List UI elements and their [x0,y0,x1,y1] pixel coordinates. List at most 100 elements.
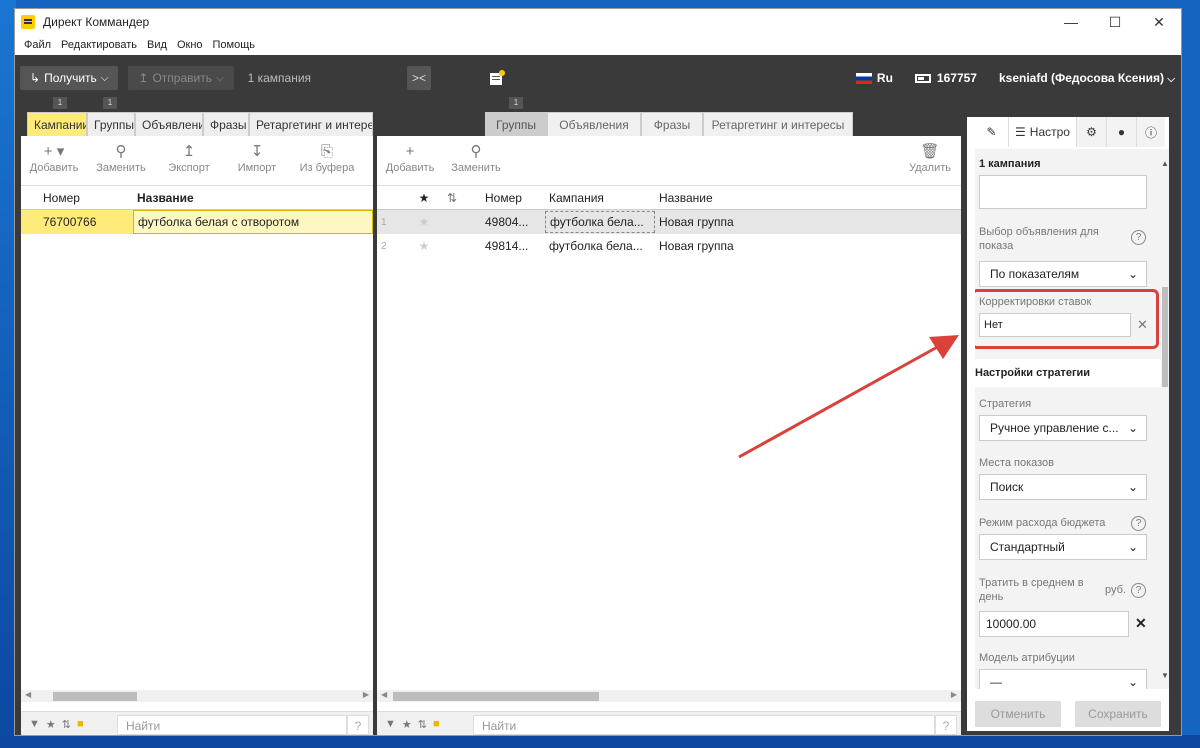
strategy-select[interactable]: Ручное управление с... ⌄ [979,415,1147,441]
column-number[interactable]: Номер [21,191,133,205]
pencil-icon[interactable]: ✎ [975,117,1009,147]
tab-groups[interactable]: Группы [485,112,547,136]
scroll-down-icon[interactable]: ▼ [1161,671,1169,680]
add-button[interactable]: + ▾ Добавить [21,143,87,175]
replace-button[interactable]: ⚲ Заменить [443,144,509,175]
help-icon[interactable]: ? [1131,516,1146,531]
table-row[interactable]: 2 ★ 49814... футболка бела... Новая груп… [377,234,961,258]
clear-icon[interactable]: ✕ [1135,615,1147,632]
tab-retargeting[interactable]: Ретаргетинг и интересы [703,112,853,136]
info-icon[interactable]: ⓘ [1137,117,1165,147]
help-icon[interactable]: ? [1131,230,1146,245]
horizontal-scrollbar[interactable]: ◀ ▶ [377,690,961,702]
menu-view[interactable]: Вид [142,39,172,51]
tab-phrases[interactable]: Фразы [641,112,703,136]
column-number[interactable]: Номер [481,191,545,205]
bid-adjustments-field[interactable]: Нет [979,313,1131,337]
table-row[interactable]: 1 ★ 49804... футболка бела... Новая груп… [377,210,961,234]
ad-choice-select[interactable]: По показателям ⌄ [979,261,1147,287]
import-icon: ↧ [250,143,264,160]
campaign-name[interactable]: футболка белая с отворотом [133,210,373,234]
column-name[interactable]: Название [133,191,373,205]
star-icon[interactable]: ★ [401,215,443,229]
group-number: 49814... [485,239,529,253]
tab-groups[interactable]: Группы [87,112,135,136]
tab-settings[interactable]: ☰ Настро [1009,117,1077,147]
maximize-icon[interactable]: ☐ [1093,9,1137,35]
search-input[interactable]: Найти [473,714,935,735]
scroll-up-icon[interactable]: ▲ [1161,159,1169,168]
chevron-down-icon: ⌄ [1127,421,1138,435]
column-campaign[interactable]: Кампания [545,191,655,205]
plus-icon: + ▾ [43,143,65,160]
menu-window[interactable]: Окно [172,39,208,51]
scroll-thumb[interactable] [53,692,137,701]
cancel-button[interactable]: Отменить [975,701,1061,727]
daily-spend-input[interactable]: 10000.00 [979,611,1129,637]
export-button[interactable]: ↥ Экспорт [155,144,223,175]
tab-ads[interactable]: Объявления [135,112,203,136]
left-tabs: Кампании Группы Объявления Фразы Ретарге… [27,112,373,136]
tab-phrases[interactable]: Фразы [203,112,249,136]
replace-button[interactable]: ⚲ Заменить [87,144,155,175]
clear-icon[interactable]: ✕ [1137,317,1148,333]
attribution-select[interactable]: — ⌄ [979,669,1147,689]
import-button[interactable]: ↧ Импорт [223,143,291,175]
get-button[interactable]: ↳ Получить ⌵ [20,66,119,90]
collapse-panels-icon[interactable]: >< [407,66,431,90]
group-name: Новая группа [659,239,734,253]
menu-edit[interactable]: Редактировать [56,39,142,51]
gear-icon[interactable]: ⚙ [1077,117,1107,147]
menu-help[interactable]: Помощь [208,39,261,51]
scroll-left-icon[interactable]: ◀ [25,690,31,699]
help-icon[interactable]: ? [347,714,369,735]
filter-icon[interactable]: ▼ [385,718,396,731]
comment-icon[interactable]: ● [1107,117,1137,147]
vertical-scrollbar[interactable]: ▲ ▼ [1161,149,1169,689]
star-icon[interactable]: ★ [401,191,443,205]
scroll-thumb[interactable] [1162,287,1168,387]
sort-icon[interactable]: ⇅ [443,191,481,205]
table-row[interactable]: 76700766 футболка белая с отворотом [21,210,373,234]
scroll-thumb[interactable] [393,692,599,701]
properties-form: 1 кампания Выбор объявления для показа ?… [975,149,1161,689]
budget-mode-select[interactable]: Стандартный ⌄ [979,534,1147,560]
star-icon[interactable]: ★ [402,718,412,731]
close-icon[interactable]: ✕ [1137,9,1181,35]
save-button[interactable]: Сохранить [1075,701,1161,727]
star-icon[interactable]: ★ [46,718,56,731]
tag-icon[interactable]: ■ [433,718,440,731]
annotation-arrow [738,335,959,459]
sort-icon[interactable]: ⇅ [418,718,427,731]
delete-button[interactable]: 🗑 Удалить [905,144,955,175]
tab-badge: 1 [103,97,117,109]
tab-retargeting[interactable]: Ретаргетинг и интересы [249,112,373,136]
notes-icon[interactable] [487,66,507,90]
help-icon[interactable]: ? [1131,583,1146,598]
horizontal-scrollbar[interactable]: ◀ ▶ [21,690,373,702]
menu-file[interactable]: Файл [19,39,56,51]
tab-campaigns[interactable]: Кампании [27,112,87,136]
user-menu[interactable]: kseniafd (Федосова Ксения) ⌵ [999,71,1175,85]
tag-icon[interactable]: ■ [77,718,84,731]
scroll-right-icon[interactable]: ▶ [951,690,957,699]
send-button[interactable]: ↥ Отправить ⌵ [128,66,234,90]
from-clipboard-button[interactable]: ⎘ Из буфера [291,144,363,175]
campaign-number: 76700766 [43,215,97,229]
star-icon[interactable]: ★ [401,239,443,253]
placements-select[interactable]: Поиск ⌄ [979,474,1147,500]
search-input[interactable]: Найти [117,714,347,735]
scroll-right-icon[interactable]: ▶ [363,690,369,699]
chevron-down-icon: ⌄ [1127,267,1138,281]
language-switch[interactable]: Ru [855,71,893,85]
add-button[interactable]: + Добавить [377,144,443,175]
notes-textarea[interactable] [979,175,1147,209]
tab-ads[interactable]: Объявления [547,112,641,136]
chevron-down-icon: ⌄ [1127,540,1138,554]
column-name[interactable]: Название [655,191,961,205]
scroll-left-icon[interactable]: ◀ [381,690,387,699]
sort-icon[interactable]: ⇅ [62,718,71,731]
minimize-icon[interactable]: — [1049,9,1093,35]
help-icon[interactable]: ? [935,714,957,735]
filter-icon[interactable]: ▼ [29,718,40,731]
